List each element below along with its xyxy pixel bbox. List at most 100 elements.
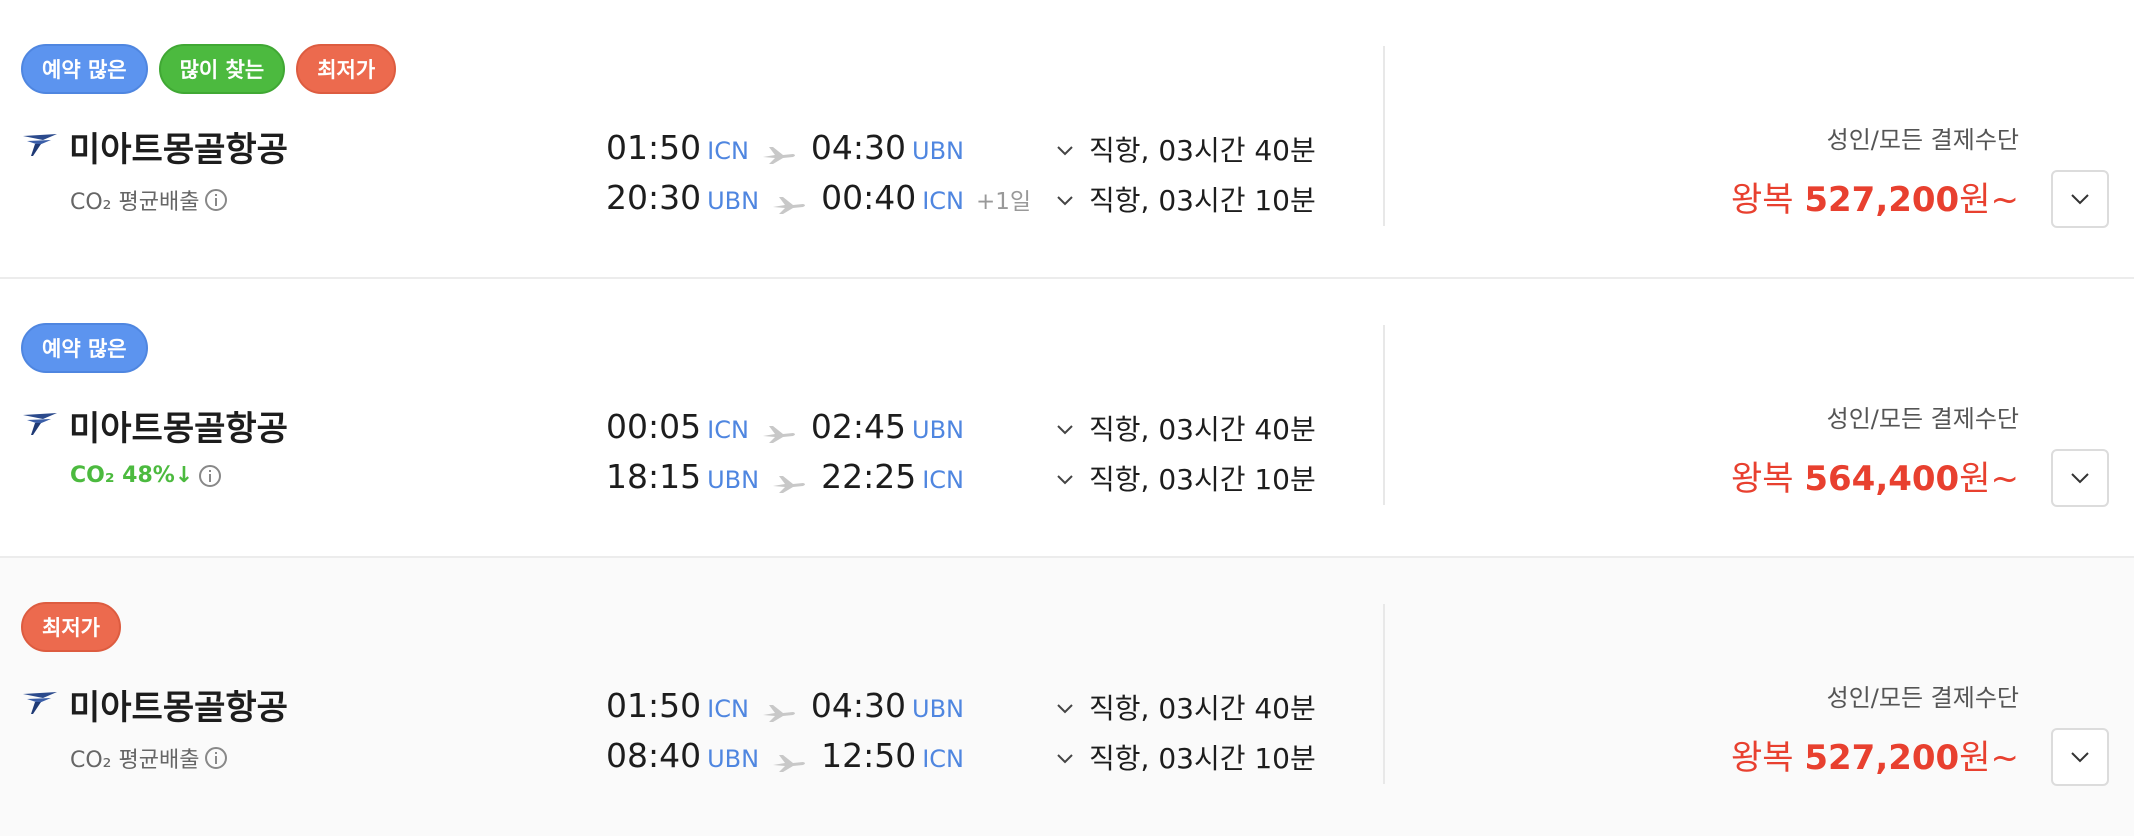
divider [1383,46,1385,226]
badge-popular-booking: 예약 많은 [21,323,148,373]
airline-logo-icon [23,134,57,156]
return-leg: 08:40 UBN 12:50 ICN [606,736,978,786]
price: 왕복 564,400원~ [1731,451,2019,500]
badge-group: 최저가 [21,602,121,652]
chevron-down-icon [1057,196,1073,206]
chevron-down-icon [1057,475,1073,485]
badge-most-searched: 많이 찾는 [158,44,286,94]
flight-result-card[interactable]: 예약 많은 미아트몽골항공 CO₂ 48%↓ 00:05 ICN 02:45 UBN … [0,279,2134,558]
co2-label: CO₂ 평균배출 [70,190,200,215]
price-condition: 성인/모든 결제수단 [1826,405,2019,433]
departure-time: 01:50 [606,686,702,725]
info-icon[interactable] [205,747,228,769]
plane-icon [773,196,806,214]
plane-icon [773,754,806,772]
co2-label: CO₂ 48%↓ [70,463,194,488]
route-info: 직항, 03시간 40분 직항, 03시간 10분 [1055,405,1316,505]
airline-name: 미아트몽골항공 [69,688,288,728]
price-amount: 527,200 [1804,180,1960,220]
co2-emission: CO₂ 48%↓ [70,463,222,488]
route-detail-toggle[interactable]: 직항, 03시간 10분 [1055,455,1316,505]
arrival-time: 00:40 [821,178,917,217]
divider [1383,325,1385,505]
chevron-down-icon [2071,473,2089,484]
flight-legs: 01:50 ICN 04:30 UBN 20:30 UBN 00:40 ICN +1일 [606,128,1031,228]
price-prefix: 왕복 [1730,738,1805,778]
departure-time: 08:40 [606,736,702,775]
departure-airport: ICN [707,416,749,444]
arrival-airport: UBN [912,695,964,723]
price-condition: 성인/모든 결제수단 [1826,684,2019,712]
outbound-leg: 01:50 ICN 04:30 UBN [606,686,978,736]
outbound-leg: 01:50 ICN 04:30 UBN [606,128,1031,178]
price-suffix: 원~ [1959,180,2019,220]
route-summary: 직항, 03시간 10분 [1089,184,1316,217]
departure-airport: UBN [707,187,760,215]
airline-name: 미아트몽골항공 [69,130,288,170]
route-summary: 직항, 03시간 10분 [1089,742,1316,775]
airline-logo-icon [23,692,57,714]
chevron-down-icon [1057,754,1073,764]
route-info: 직항, 03시간 40분 직항, 03시간 10분 [1055,126,1316,226]
badge-lowest-price: 최저가 [296,44,397,94]
flight-result-card[interactable]: 예약 많은 많이 찾는 최저가 미아트몽골항공 CO₂ 평균배출 01:50 IC… [0,0,2134,279]
arrival-airport: UBN [912,416,964,444]
chevron-down-icon [2071,194,2089,205]
return-leg: 18:15 UBN 22:25 ICN [606,457,978,507]
airline-name: 미아트몽골항공 [69,409,288,449]
arrival-time: 22:25 [821,457,917,496]
chevron-down-icon [1057,146,1073,156]
price-prefix: 왕복 [1730,180,1805,220]
arrival-time: 02:45 [810,407,907,446]
departure-time: 01:50 [606,128,702,167]
badge-group: 예약 많은 [21,323,148,373]
price-info: 성인/모든 결제수단 왕복 527,200원~ [1731,678,2019,779]
chevron-down-icon [2071,752,2089,763]
arrival-airport: UBN [912,137,964,165]
arrival-time: 04:30 [810,128,907,167]
plane-icon [773,475,806,493]
expand-button[interactable] [2051,449,2109,507]
arrival-airport: ICN [922,187,964,215]
info-icon[interactable] [205,189,228,211]
departure-time: 20:30 [606,178,702,217]
airline-logo-icon [23,413,57,435]
flight-results-list: 예약 많은 많이 찾는 최저가 미아트몽골항공 CO₂ 평균배출 01:50 IC… [0,0,2134,836]
arrival-airport: ICN [922,745,964,773]
info-icon[interactable] [199,464,222,487]
badge-popular-booking: 예약 많은 [21,44,148,94]
badge-group: 예약 많은 많이 찾는 최저가 [21,44,397,94]
day-offset: +1일 [976,189,1032,215]
plane-icon [762,146,795,164]
price-suffix: 원~ [1959,738,2019,778]
flight-legs: 01:50 ICN 04:30 UBN 08:40 UBN 12:50 ICN [606,686,978,786]
price-amount: 527,200 [1804,738,1960,778]
price-amount: 564,400 [1804,459,1960,499]
expand-button[interactable] [2051,728,2109,786]
flight-result-card[interactable]: 최저가 미아트몽골항공 CO₂ 평균배출 01:50 ICN 04:30 UBN 08… [0,558,2134,836]
departure-time: 00:05 [606,407,702,446]
price-suffix: 원~ [1959,459,2019,499]
route-summary: 직항, 03시간 10분 [1089,463,1316,496]
departure-airport: UBN [707,466,760,494]
price: 왕복 527,200원~ [1731,172,2019,221]
outbound-leg: 00:05 ICN 02:45 UBN [606,407,978,457]
route-detail-toggle[interactable]: 직항, 03시간 40분 [1055,405,1316,455]
expand-button[interactable] [2051,170,2109,228]
price-info: 성인/모든 결제수단 왕복 527,200원~ [1731,120,2019,221]
route-detail-toggle[interactable]: 직항, 03시간 40분 [1055,126,1316,176]
route-detail-toggle[interactable]: 직항, 03시간 10분 [1055,734,1316,784]
route-detail-toggle[interactable]: 직항, 03시간 40분 [1055,684,1316,734]
price-condition: 성인/모든 결제수단 [1826,126,2019,154]
flight-legs: 00:05 ICN 02:45 UBN 18:15 UBN 22:25 ICN [606,407,978,507]
price: 왕복 527,200원~ [1731,730,2019,779]
route-summary: 직항, 03시간 40분 [1089,413,1316,446]
arrival-airport: ICN [922,466,964,494]
departure-airport: ICN [707,695,749,723]
co2-emission: CO₂ 평균배출 [70,184,228,216]
co2-label: CO₂ 평균배출 [70,748,200,773]
route-detail-toggle[interactable]: 직항, 03시간 10분 [1055,176,1316,226]
arrival-time: 12:50 [821,736,917,775]
route-info: 직항, 03시간 40분 직항, 03시간 10분 [1055,684,1316,784]
chevron-down-icon [1057,704,1073,714]
